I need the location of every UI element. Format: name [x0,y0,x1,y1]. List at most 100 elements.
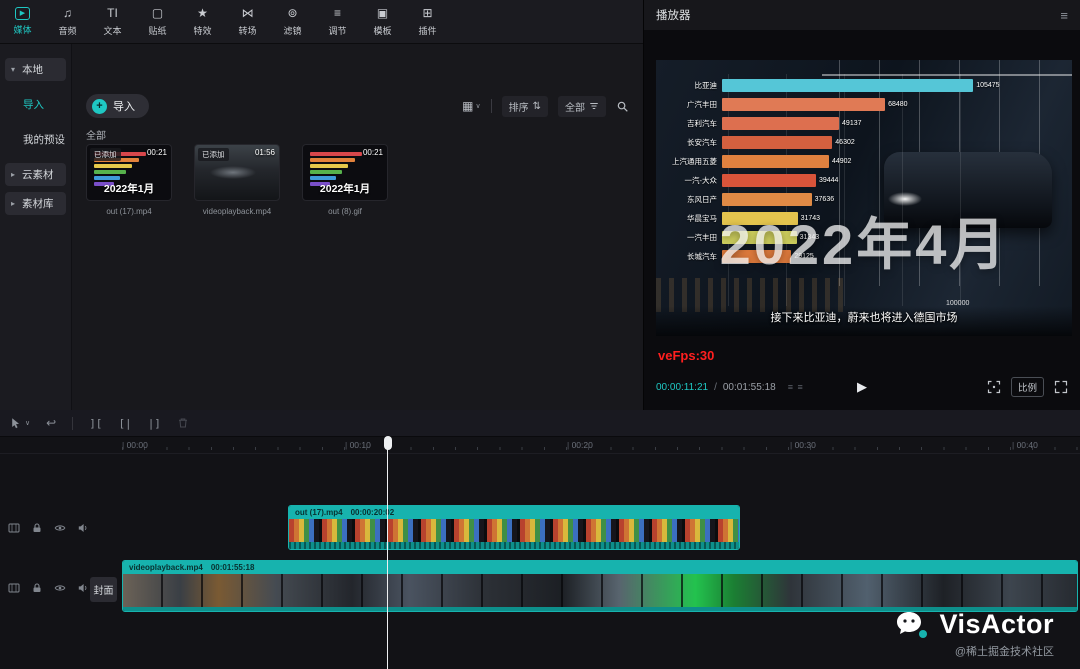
timeline-clip-videoplayback[interactable]: videoplayback.mp4 00:01:55:18 [122,560,1078,612]
chart-bar-row: 广汽丰田 68480 [687,98,908,111]
thumbnail-overlay-text: 2022年1月 [103,183,155,195]
player-title: 播放器 [656,10,691,22]
timeline-clip-out17[interactable]: out (17).mp4 00:00:20:02 [288,505,740,550]
playhead[interactable] [383,436,392,669]
watermark: VisActor @稀土掘金技术社区 [895,609,1054,659]
tab-text[interactable]: TI 文本 [90,0,135,43]
chart-bar-row: 吉利汽车 49137 [687,117,862,130]
media-item-out8gif[interactable]: 00:21 2022年1月 out (8).gif [302,144,388,216]
clip-duration: 00:01:55:18 [210,563,255,572]
duration-label: 00:21 [146,148,167,157]
lock-icon[interactable] [31,582,43,594]
tab-media[interactable]: ▶ 媒体 [0,0,45,43]
sidebar-item-library[interactable]: ▸ 素材库 [5,192,66,215]
speaker-icon[interactable] [77,582,89,594]
fit-screen-icon[interactable] [987,380,1001,394]
select-tool-button[interactable]: ∨ [10,417,30,429]
thumbnail-overlay-text: 2022年1月 [319,183,371,195]
caret-down-icon: ∨ [475,103,481,110]
funnel-icon [590,103,598,109]
media-item-out17[interactable]: 已添加 00:21 2022年1月 out (17).mp4 [86,144,172,216]
plus-icon: + [92,98,107,114]
added-badge: 已添加 [198,148,229,161]
tab-sticker-label: 贴纸 [148,25,167,36]
community-text: @稀土掘金技术社区 [954,646,1054,658]
tab-template[interactable]: ▣ 模板 [360,0,405,43]
eye-icon[interactable] [54,522,66,534]
subtitle-overlay-text: 接下来比亚迪，蔚来也将进入德国市场 [770,312,958,324]
chart-bar-row: 比亚迪 105475 [694,79,1000,92]
undo-icon: ↩ [46,416,57,430]
tab-transition-label: 转场 [238,25,257,36]
sidebar-item-presets[interactable]: 我的预设 [5,128,71,151]
trim-left-button[interactable]: [| [118,417,131,430]
sidebar-item-cloud[interactable]: ▸ 云素材 [5,163,66,186]
vefps-label: veFps:30 [658,348,715,363]
media-sidebar: ▾ 本地 导入 我的预设 ▸ 云素材 ▸ 素材库 [0,44,72,410]
media-item-videoplayback[interactable]: 已添加 01:56 videoplayback.mp4 [194,144,280,216]
playhead-handle[interactable] [383,436,392,450]
ratio-button[interactable]: 比例 [1010,377,1044,397]
text-icon: TI [107,6,118,20]
sidebar-item-import[interactable]: 导入 [5,93,71,116]
media-icon: ▶ [15,7,30,20]
sort-button[interactable]: 排序 ⇅ [501,95,548,117]
frame-strip-icon[interactable]: ≡ ≡ [788,382,804,392]
brand-text: VisActor [939,609,1054,639]
tab-audio-label: 音频 [58,25,77,36]
chart-bar-row: 一汽丰田 31343 [687,231,820,244]
sidebar-item-label: 云素材 [22,169,54,181]
sidebar-item-label: 导入 [23,99,44,111]
fullscreen-icon[interactable] [1054,380,1068,394]
clip-filmstrip [123,574,1077,607]
chart-bar-row: 华晨宝马 31743 [687,212,821,225]
hamburger-menu-icon[interactable]: ≡ [1060,8,1068,23]
delete-button[interactable] [177,417,189,429]
eye-icon[interactable] [54,582,66,594]
tab-effects-label: 特效 [193,25,212,36]
chart-bar-row: 长安汽车 46302 [687,136,855,149]
search-button[interactable] [616,100,629,113]
tab-transition[interactable]: ⋈ 转场 [225,0,270,43]
lock-icon[interactable] [31,522,43,534]
bar-chart-race: 比亚迪 105475 广汽丰田 68480 吉利汽车 49137 长安汽车 46… [664,76,1000,266]
tab-sticker[interactable]: ▢ 贴纸 [135,0,180,43]
import-button[interactable]: + 导入 [86,94,149,118]
chart-bar-row: 一汽-大众 39444 [684,174,839,187]
media-thumbnail[interactable]: 已添加 01:56 [194,144,280,201]
timeline-ruler[interactable]: 00:00 00:10 00:20 00:30 00:40 [0,437,1080,454]
video-editor-app: ▶ 媒体 ♫ 音频 TI 文本 ▢ 贴纸 ★ 特效 ⋈ 转场 ⊚ 滤镜 ≡ 调节… [0,0,1080,669]
filter-icon: ⊚ [287,6,298,20]
speaker-icon[interactable] [77,522,89,534]
trim-right-button[interactable]: |] [148,417,161,430]
effects-icon: ★ [197,6,208,20]
clip-label: videoplayback.mp4 [129,563,203,572]
tab-plugin-label: 插件 [418,25,437,36]
track1-controls [8,522,89,534]
tab-audio[interactable]: ♫ 音频 [45,0,90,43]
view-mode-button[interactable]: ▦ ∨ [462,99,480,113]
tab-filter[interactable]: ⊚ 滤镜 [270,0,315,43]
cover-button[interactable]: 封面 [90,577,117,602]
ruler-tick-label: 00:40 [1012,440,1038,450]
play-button[interactable]: ▶ [857,379,867,395]
tab-plugin[interactable]: ⊞ 插件 [405,0,450,43]
split-button[interactable]: ][ [89,417,102,430]
sidebar-item-label: 本地 [22,64,43,76]
media-thumbnail[interactable]: 00:21 2022年1月 [302,144,388,201]
undo-button[interactable]: ↩ [46,416,56,430]
track-thumbnail-toggle-icon[interactable] [8,582,20,594]
media-thumbnail[interactable]: 已添加 00:21 2022年1月 [86,144,172,201]
tab-adjust[interactable]: ≡ 调节 [315,0,360,43]
filter-button[interactable]: 全部 [558,95,606,117]
chevron-right-icon: ▸ [11,170,16,179]
duration-label: 01:56 [254,148,275,157]
clip-filmstrip [289,519,739,542]
chart-bar-row: 东风日产 37636 [687,193,835,206]
sort-icon: ⇅ [532,100,541,112]
upper-region: ▶ 媒体 ♫ 音频 TI 文本 ▢ 贴纸 ★ 特效 ⋈ 转场 ⊚ 滤镜 ≡ 调节… [0,0,1080,410]
track-thumbnail-toggle-icon[interactable] [8,522,20,534]
timeline-toolbar: ∨ ↩ ][ [| |] [0,410,1080,437]
sidebar-item-local[interactable]: ▾ 本地 [5,58,66,81]
tab-effects[interactable]: ★ 特效 [180,0,225,43]
